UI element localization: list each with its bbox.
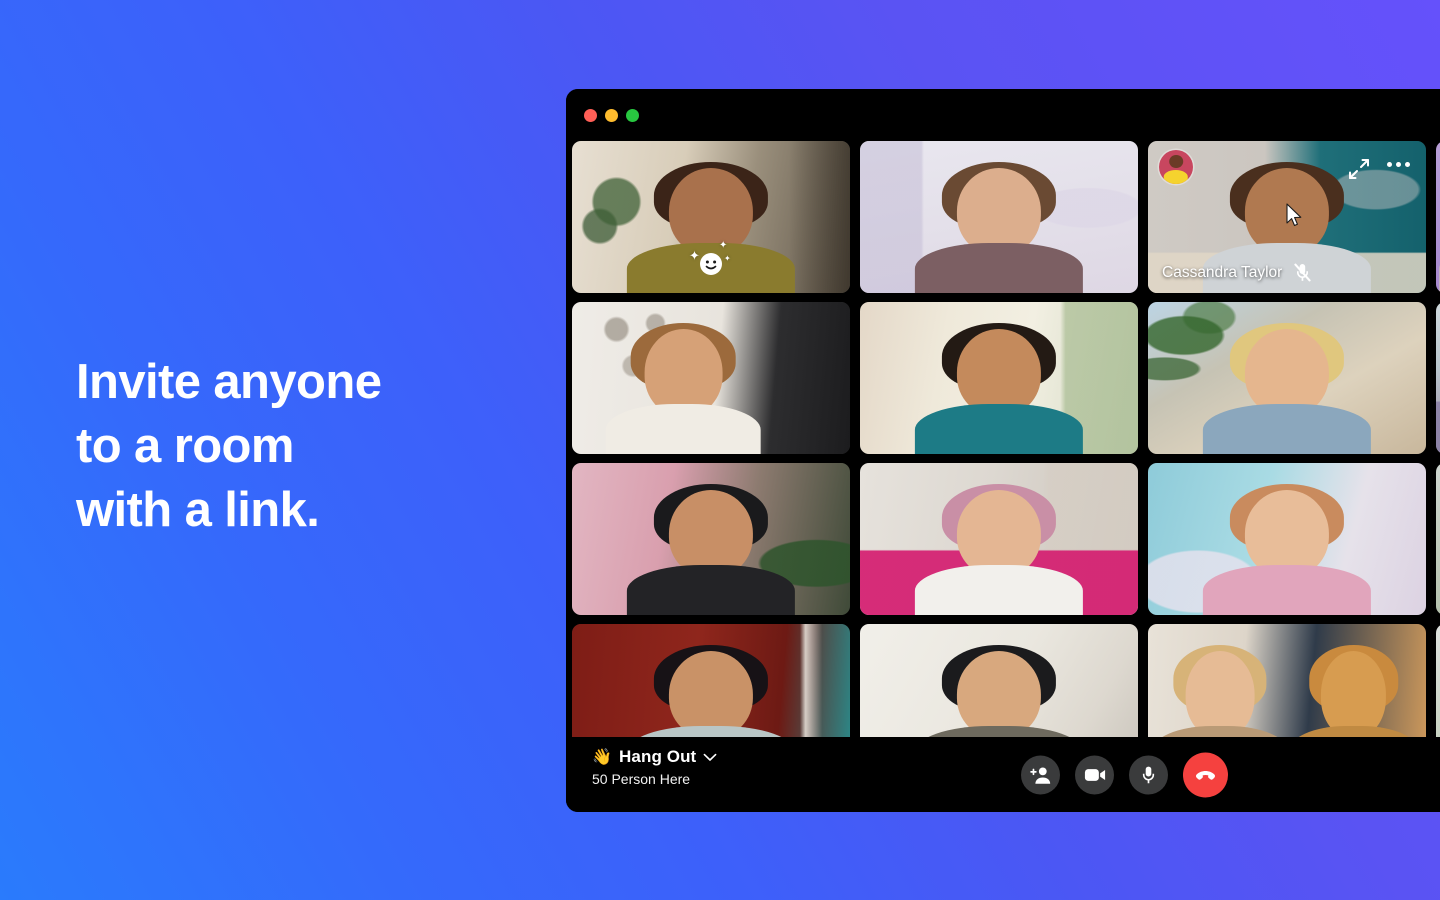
- participant-tile[interactable]: [572, 463, 850, 615]
- room-name: Hang Out: [619, 747, 697, 766]
- window-titlebar: [566, 89, 1440, 141]
- sparkle-icon: ✦: [689, 248, 700, 263]
- participant-tile[interactable]: ✦ ✦ ✦: [572, 141, 850, 293]
- call-toolbar: 👋 Hang Out 50 Person Here: [566, 737, 1440, 812]
- participant-count: 50 Person Here: [592, 771, 691, 787]
- add-person-button[interactable]: [1021, 755, 1060, 794]
- sparkle-icon: ✦: [719, 240, 728, 251]
- participant-avatar: [1159, 150, 1193, 184]
- page-title: Invite anyone to a room with a link.: [76, 355, 382, 537]
- call-controls: [1021, 752, 1228, 797]
- video-toggle-button[interactable]: [1075, 755, 1114, 794]
- participant-tile[interactable]: [572, 302, 850, 454]
- participant-name-bar: Cassandra Taylor: [1162, 263, 1311, 282]
- participant-tile[interactable]: [1148, 463, 1426, 615]
- participant-tile[interactable]: [1436, 141, 1440, 293]
- promo-page: Invite anyone to a room with a link. ✦ ✦…: [0, 0, 1440, 900]
- participant-tile-cassandra-taylor[interactable]: Cassandra Taylor: [1148, 141, 1426, 293]
- participant-tile[interactable]: [1436, 463, 1440, 615]
- participant-tile[interactable]: [860, 463, 1138, 615]
- video-call-window: ✦ ✦ ✦ Cassandra Taylor 👋 Hang Out 50 Per…: [566, 89, 1440, 812]
- zoom-button[interactable]: [626, 108, 639, 122]
- room-title-dropdown[interactable]: 👋 Hang Out: [592, 747, 717, 767]
- participant-tile[interactable]: [860, 302, 1138, 454]
- participant-name: Cassandra Taylor: [1162, 263, 1283, 281]
- reaction-badge: ✦ ✦ ✦: [689, 241, 731, 277]
- close-button[interactable]: [584, 108, 597, 122]
- mouse-cursor: [1286, 203, 1303, 228]
- participant-tile[interactable]: [1148, 302, 1426, 454]
- participant-tile[interactable]: [1436, 302, 1440, 454]
- minimize-button[interactable]: [605, 108, 618, 122]
- microphone-toggle-button[interactable]: [1129, 755, 1168, 794]
- participant-tile[interactable]: [860, 141, 1138, 293]
- chevron-down-icon[interactable]: [703, 747, 717, 767]
- waving-hand-icon: 👋: [592, 749, 613, 766]
- expand-arrows-icon[interactable]: [1348, 158, 1370, 180]
- sparkle-icon: ✦: [724, 254, 731, 263]
- participant-grid: ✦ ✦ ✦ Cassandra Taylor: [566, 141, 1440, 776]
- room-info: 👋 Hang Out 50 Person Here: [592, 747, 717, 787]
- end-call-button[interactable]: [1183, 752, 1228, 797]
- more-options-icon[interactable]: [1387, 162, 1410, 167]
- microphone-muted-icon: [1294, 263, 1311, 282]
